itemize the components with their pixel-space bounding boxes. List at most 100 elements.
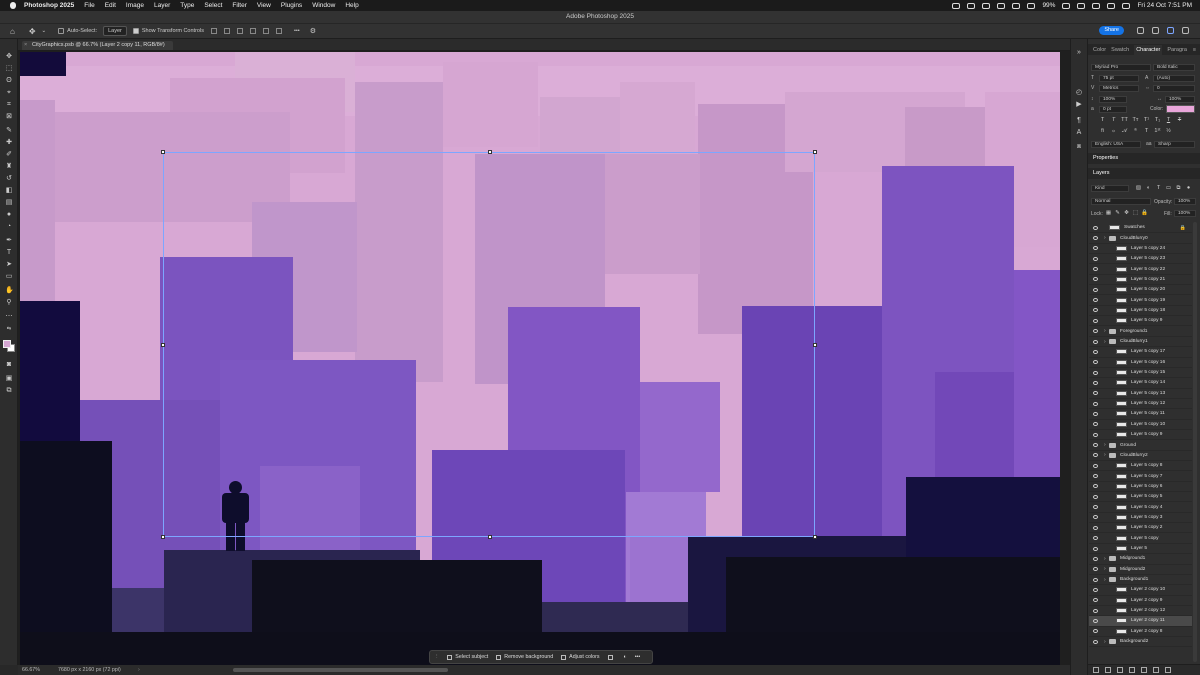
blend-mode-select[interactable]: Normal bbox=[1091, 198, 1151, 205]
oldstyle-icon[interactable]: ℴ bbox=[1110, 128, 1117, 135]
transform-handle[interactable] bbox=[813, 150, 817, 154]
visibility-eye-icon[interactable] bbox=[1093, 494, 1098, 499]
object-select-tool-icon[interactable]: ⌖ bbox=[5, 89, 13, 97]
blur-tool-icon[interactable]: ● bbox=[5, 211, 13, 219]
kerning-field[interactable]: Metrics bbox=[1099, 85, 1139, 92]
visibility-eye-icon[interactable] bbox=[1093, 370, 1098, 375]
more-tools-icon[interactable]: ⋯ bbox=[5, 313, 13, 321]
visibility-eye-icon[interactable] bbox=[1093, 256, 1098, 261]
lock-all-icon[interactable]: 🔒 bbox=[1141, 210, 1148, 217]
notifications-icon[interactable] bbox=[1137, 27, 1144, 34]
layer-group-row[interactable]: › Background2 bbox=[1089, 637, 1192, 648]
visibility-eye-icon[interactable] bbox=[1093, 567, 1098, 572]
layer-row[interactable]: Layer 2 copy 11 bbox=[1089, 616, 1192, 627]
more-options-icon[interactable]: ••• bbox=[294, 28, 300, 34]
layer-row[interactable]: Layer 5 copy 8 bbox=[1089, 461, 1192, 472]
layer-row[interactable]: Layer 5 copy 9 bbox=[1089, 316, 1192, 327]
transform-handle[interactable] bbox=[488, 150, 492, 154]
zoom-tool-icon[interactable]: ⚲ bbox=[5, 299, 13, 307]
layer-row[interactable]: Layer 5 copy 21 bbox=[1089, 275, 1192, 286]
ligatures-icon[interactable]: fi bbox=[1099, 128, 1106, 135]
layer-row[interactable]: Layer 5 copy 3 bbox=[1089, 513, 1192, 524]
leading-field[interactable]: (Auto) bbox=[1153, 75, 1195, 82]
subscript-icon[interactable]: T₁ bbox=[1154, 117, 1161, 124]
text-color-swatch[interactable] bbox=[1166, 105, 1195, 113]
siri-icon[interactable] bbox=[1122, 2, 1131, 9]
actions-icon[interactable]: ▶ bbox=[1075, 101, 1083, 109]
search-icon[interactable] bbox=[1092, 2, 1101, 9]
layer-row[interactable]: Layer 5 copy 4 bbox=[1089, 502, 1192, 513]
document-tab[interactable]: × CityGraphics.psb @ 66.7% (Layer 2 copy … bbox=[22, 41, 173, 50]
lock-pixels-icon[interactable]: ✎ bbox=[1114, 210, 1121, 217]
swash-icon[interactable]: 𝒜 bbox=[1121, 128, 1128, 135]
layer-row[interactable]: Layer 5 copy 19 bbox=[1089, 295, 1192, 306]
canvas-area[interactable] bbox=[18, 51, 1070, 665]
close-tab-icon[interactable]: × bbox=[24, 41, 27, 50]
layer-row[interactable]: Layer 5 copy 11 bbox=[1089, 409, 1192, 420]
menu-file[interactable]: File bbox=[84, 2, 94, 9]
edit-toolbar-icon[interactable]: ⧉ bbox=[5, 387, 13, 395]
remove-background-button[interactable]: Remove background bbox=[496, 654, 553, 660]
menu-layer[interactable]: Layer bbox=[154, 2, 170, 9]
settings-icon[interactable] bbox=[1152, 27, 1159, 34]
apple-icon[interactable] bbox=[10, 2, 16, 9]
visibility-eye-icon[interactable] bbox=[1093, 401, 1098, 406]
display-icon[interactable] bbox=[1027, 2, 1036, 9]
menu-help[interactable]: Help bbox=[345, 2, 358, 9]
small-caps-icon[interactable]: Tᴛ bbox=[1132, 117, 1139, 124]
lock-artboard-icon[interactable]: ⬚ bbox=[1132, 210, 1139, 217]
layer-filter-kind[interactable]: Kind bbox=[1091, 185, 1129, 192]
align-right-icon[interactable] bbox=[236, 28, 243, 34]
filter-shape-icon[interactable]: ▭ bbox=[1165, 185, 1172, 192]
visibility-eye-icon[interactable] bbox=[1093, 225, 1098, 230]
menu-select[interactable]: Select bbox=[204, 2, 222, 9]
visibility-eye-icon[interactable] bbox=[1093, 639, 1098, 644]
home-icon[interactable]: ⌂ bbox=[10, 27, 15, 36]
alternates-icon[interactable]: ª bbox=[1132, 128, 1139, 135]
clone-stamp-tool-icon[interactable]: ♜ bbox=[5, 163, 13, 171]
transform-handle[interactable] bbox=[813, 535, 817, 539]
menu-extra-icon[interactable] bbox=[967, 2, 976, 9]
lasso-tool-icon[interactable]: ʘ bbox=[5, 77, 13, 85]
drag-handle-icon[interactable]: ⋮ bbox=[434, 654, 439, 660]
dodge-tool-icon[interactable]: ◔ bbox=[5, 223, 13, 231]
show-transform-checkbox[interactable]: Show Transform Controls bbox=[132, 28, 204, 34]
layer-group-row[interactable]: › CloudBlurry0 bbox=[1089, 233, 1192, 244]
layer-row[interactable]: Layer 5 copy 12 bbox=[1089, 399, 1192, 410]
faux-bold-icon[interactable]: T bbox=[1099, 117, 1106, 124]
layer-row[interactable]: Layer 5 copy 24 bbox=[1089, 244, 1192, 255]
more-icon[interactable]: ••• bbox=[635, 654, 641, 660]
tab-character[interactable]: Character bbox=[1134, 44, 1163, 55]
layer-group-row[interactable]: › Foreground1 bbox=[1089, 327, 1192, 337]
font-style-field[interactable]: Bold Italic bbox=[1153, 64, 1195, 71]
sync-icon[interactable] bbox=[1012, 2, 1021, 9]
fractions-icon[interactable]: ½ bbox=[1165, 128, 1172, 135]
align-left-icon[interactable] bbox=[210, 28, 217, 34]
visibility-eye-icon[interactable] bbox=[1093, 505, 1098, 510]
tracking-field[interactable]: 0 bbox=[1153, 85, 1195, 92]
tool-preset-chevron-icon[interactable]: ⌄ bbox=[42, 28, 47, 34]
visibility-eye-icon[interactable] bbox=[1093, 422, 1098, 427]
layer-row[interactable]: Layer 5 copy 20 bbox=[1089, 285, 1192, 296]
layer-row[interactable]: Layer 5 copy 23 bbox=[1089, 254, 1192, 265]
menu-plugins[interactable]: Plugins bbox=[281, 2, 302, 9]
filter-toggle-icon[interactable]: ● bbox=[1185, 185, 1192, 192]
screen-mode-icon[interactable]: ▣ bbox=[5, 375, 13, 383]
swap-colors-icon[interactable]: ⇆ bbox=[5, 325, 13, 333]
visibility-eye-icon[interactable] bbox=[1093, 598, 1098, 603]
visibility-eye-icon[interactable] bbox=[1093, 474, 1098, 479]
panel-menu-icon[interactable]: ≡ bbox=[1193, 47, 1196, 53]
visibility-eye-icon[interactable] bbox=[1093, 411, 1098, 416]
layer-row[interactable]: Layer 5 copy 10 bbox=[1089, 420, 1192, 430]
record-icon[interactable] bbox=[997, 2, 1006, 9]
transform-handle[interactable] bbox=[161, 535, 165, 539]
type-tool-icon[interactable]: T bbox=[5, 249, 13, 257]
titling-icon[interactable]: T bbox=[1143, 128, 1150, 135]
path-select-tool-icon[interactable]: ➤ bbox=[5, 261, 13, 269]
menu-filter[interactable]: Filter bbox=[232, 2, 246, 9]
adjust-colors-button[interactable]: Adjust colors bbox=[561, 654, 600, 660]
layer-row[interactable]: Layer 5 copy 5 bbox=[1089, 492, 1192, 503]
visibility-eye-icon[interactable] bbox=[1093, 308, 1098, 313]
delete-layer-icon[interactable] bbox=[1165, 667, 1171, 673]
visibility-eye-icon[interactable] bbox=[1093, 443, 1098, 448]
